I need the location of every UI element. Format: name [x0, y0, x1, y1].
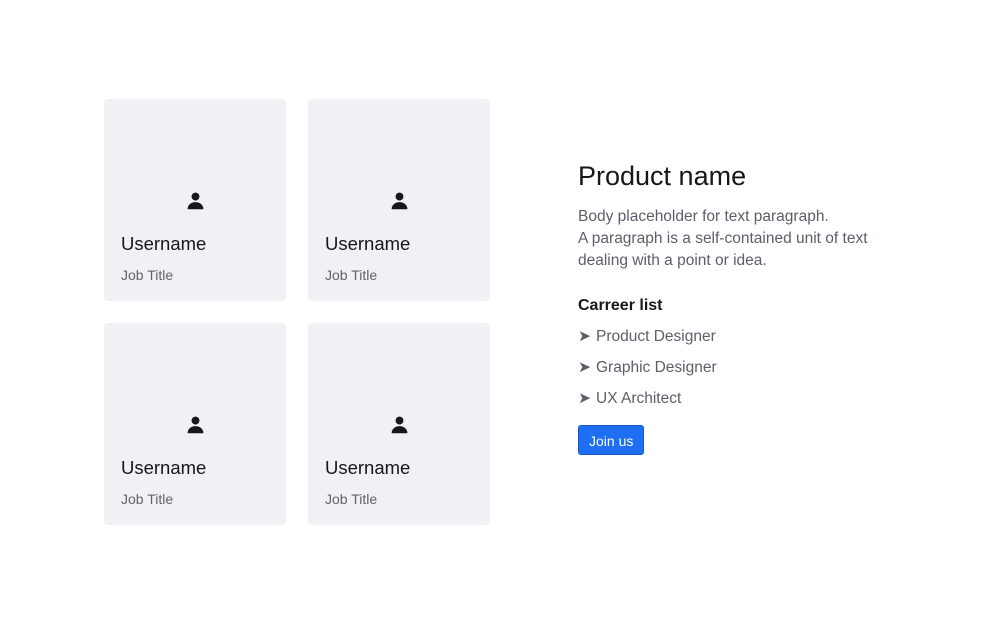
- product-description-line: A paragraph is a self-contained unit of …: [578, 230, 868, 247]
- card-job-title: Job Title: [121, 491, 174, 507]
- career-list-item: ➤ UX Architect: [578, 388, 908, 419]
- card-username: Username: [121, 457, 207, 478]
- career-item-label: Product Designer: [596, 328, 716, 345]
- page: Username Job Title Username Job Title Us…: [0, 0, 1000, 625]
- user-icon: [390, 191, 409, 210]
- card-username: Username: [325, 233, 411, 254]
- product-title: Product name: [578, 161, 747, 191]
- user-icon: [186, 191, 205, 210]
- arrow-right-icon: ➤: [578, 328, 591, 345]
- product-description-line: dealing with a point or idea.: [578, 252, 767, 269]
- card-username: Username: [121, 233, 207, 254]
- join-us-button[interactable]: Join us: [578, 425, 645, 455]
- user-card: Username Job Title: [308, 99, 490, 301]
- career-list-item: ➤ Product Designer: [578, 326, 908, 357]
- career-item-label: Graphic Designer: [596, 359, 717, 376]
- arrow-right-icon: ➤: [578, 359, 591, 376]
- arrow-right-icon: ➤: [578, 390, 591, 407]
- user-icon: [390, 415, 409, 434]
- card-username: Username: [325, 457, 411, 478]
- career-list-item: ➤ Graphic Designer: [578, 357, 908, 388]
- card-job-title: Job Title: [121, 267, 174, 283]
- card-job-title: Job Title: [325, 267, 378, 283]
- user-card: Username Job Title: [104, 99, 286, 301]
- career-list: ➤ Product Designer ➤ Graphic Designer ➤ UX …: [578, 326, 908, 419]
- product-info: Product name Body placeholder for text p…: [578, 160, 908, 455]
- card-job-title: Job Title: [325, 491, 378, 507]
- user-card-grid: Username Job Title Username Job Title Us…: [104, 99, 490, 525]
- career-item-label: UX Architect: [596, 390, 682, 407]
- user-card: Username Job Title: [308, 323, 490, 525]
- user-card: Username Job Title: [104, 323, 286, 525]
- career-list-heading: Carreer list: [578, 297, 663, 314]
- product-description-line: Body placeholder for text paragraph.: [578, 208, 829, 225]
- user-icon: [186, 415, 205, 434]
- product-description: Body placeholder for text paragraph. A p…: [578, 206, 908, 272]
